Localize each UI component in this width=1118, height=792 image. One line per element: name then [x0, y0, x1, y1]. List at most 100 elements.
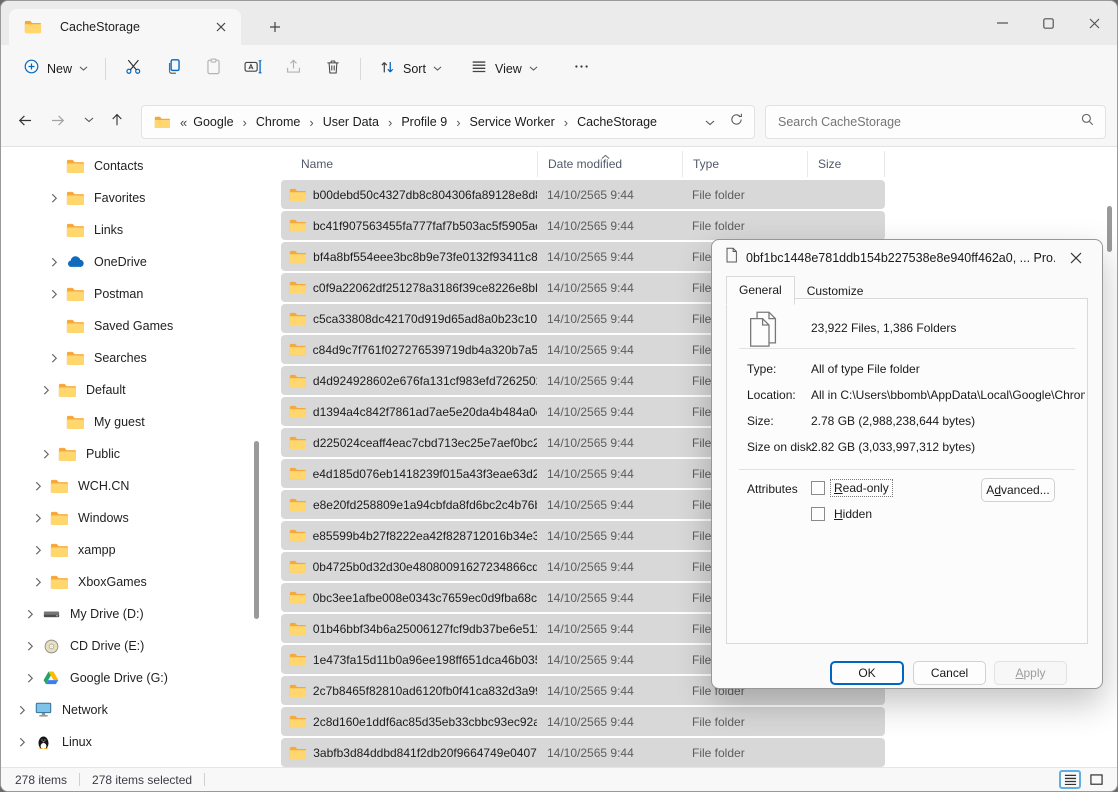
- more-options-button[interactable]: [562, 52, 602, 86]
- sidebar-item-wch-cn[interactable]: WCH.CN: [1, 470, 265, 502]
- sidebar-item-saved-games[interactable]: Saved Games: [1, 310, 265, 342]
- cut-button[interactable]: [113, 52, 153, 86]
- status-bar: 278 items 278 items selected: [1, 767, 1117, 791]
- search-icon[interactable]: [1080, 112, 1095, 132]
- copy-button[interactable]: [153, 52, 193, 86]
- sidebar-item-linux[interactable]: Linux: [1, 726, 265, 758]
- sidebar-item-my-drive-d[interactable]: My Drive (D:): [1, 598, 265, 630]
- new-button[interactable]: New: [13, 52, 98, 86]
- sidebar-item-favorites[interactable]: Favorites: [1, 182, 265, 214]
- sidebar-item-links[interactable]: Links: [1, 214, 265, 246]
- date-modified-cell: 14/10/2565 9:44: [537, 653, 682, 667]
- tab-customize[interactable]: Customize: [795, 278, 876, 305]
- breadcrumb-item-chrome[interactable]: Chrome: [254, 112, 302, 132]
- breadcrumb-separator-icon[interactable]: ›: [236, 115, 254, 130]
- sidebar-item-network[interactable]: Network: [1, 694, 265, 726]
- delete-button[interactable]: [313, 52, 353, 86]
- sidebar-item-public[interactable]: Public: [1, 438, 265, 470]
- chevron-right-icon[interactable]: [38, 449, 54, 460]
- breadcrumb-separator-icon[interactable]: ›: [449, 115, 467, 130]
- ok-button[interactable]: OK: [830, 661, 904, 685]
- sidebar-item-postman[interactable]: Postman: [1, 278, 265, 310]
- chevron-right-icon[interactable]: [46, 353, 62, 364]
- recent-locations-button[interactable]: [75, 105, 103, 135]
- breadcrumb-item-profile-9[interactable]: Profile 9: [399, 112, 449, 132]
- chevron-right-icon[interactable]: [22, 673, 38, 684]
- sidebar-item-xampp[interactable]: xampp: [1, 534, 265, 566]
- refresh-icon[interactable]: [729, 112, 744, 132]
- paste-button[interactable]: [193, 52, 233, 86]
- chevron-right-icon[interactable]: [46, 193, 62, 204]
- back-button[interactable]: [11, 105, 39, 135]
- breadcrumb-overflow-icon[interactable]: «: [180, 115, 187, 130]
- view-button[interactable]: View: [460, 52, 548, 86]
- up-button[interactable]: [103, 105, 131, 135]
- sidebar-scrollbar[interactable]: [254, 441, 259, 619]
- breadcrumb-item-cachestorage[interactable]: CacheStorage: [575, 112, 659, 132]
- chevron-right-icon[interactable]: [46, 289, 62, 300]
- sidebar-item-my-guest[interactable]: My guest: [1, 406, 265, 438]
- tab-close-icon[interactable]: [211, 17, 231, 37]
- column-header-type[interactable]: Type: [682, 151, 807, 177]
- checkbox-read-only[interactable]: Read-only: [811, 480, 892, 496]
- file-list-scrollbar[interactable]: [1107, 206, 1112, 252]
- table-row[interactable]: b00debd50c4327db8c804306fa89128e8d8...14…: [281, 180, 885, 209]
- rename-button[interactable]: [233, 52, 273, 86]
- sidebar-item-default[interactable]: Default: [1, 374, 265, 406]
- search-input[interactable]: [776, 114, 1080, 130]
- large-icons-view-button[interactable]: [1085, 770, 1107, 789]
- advanced-button[interactable]: Advanced...: [981, 478, 1055, 502]
- close-button[interactable]: [1071, 1, 1117, 45]
- new-tab-button[interactable]: [263, 15, 287, 39]
- sidebar-item-google-drive-g[interactable]: Google Drive (G:): [1, 662, 265, 694]
- column-header-size[interactable]: Size: [807, 151, 885, 177]
- breadcrumb-separator-icon[interactable]: ›: [557, 115, 575, 130]
- sidebar-item-xboxgames[interactable]: XboxGames: [1, 566, 265, 598]
- chevron-right-icon[interactable]: [22, 641, 38, 652]
- table-row[interactable]: 2c8d160e1ddf6ac85d35eb33cbbc93ec92a...14…: [281, 707, 885, 736]
- chevron-right-icon[interactable]: [30, 545, 46, 556]
- table-row[interactable]: 3abfb3d84ddbd841f2db20f9664749e0407...14…: [281, 738, 885, 767]
- apply-button[interactable]: Apply: [994, 661, 1067, 685]
- column-header-name[interactable]: Name: [281, 151, 537, 177]
- sidebar-item-searches[interactable]: Searches: [1, 342, 265, 374]
- breadcrumb-separator-icon[interactable]: ›: [302, 115, 320, 130]
- sidebar-item-cd-drive-e[interactable]: CD Drive (E:): [1, 630, 265, 662]
- column-header-date-modified[interactable]: Date modified: [537, 151, 682, 177]
- sidebar-item-onedrive[interactable]: OneDrive: [1, 246, 265, 278]
- details-view-button[interactable]: [1059, 770, 1081, 789]
- chevron-right-icon[interactable]: [22, 609, 38, 620]
- forward-button[interactable]: [43, 105, 71, 135]
- chevron-right-icon[interactable]: [46, 257, 62, 268]
- cancel-button[interactable]: Cancel: [913, 661, 986, 685]
- chevron-right-icon[interactable]: [30, 577, 46, 588]
- file-name: 0bc3ee1afbe008e0343c7659ec0d9fba68c8...: [313, 591, 537, 605]
- sidebar-item-contacts[interactable]: Contacts: [1, 150, 265, 182]
- scissors-icon: [124, 57, 143, 81]
- sort-button[interactable]: Sort: [368, 52, 452, 86]
- breadcrumb-item-service-worker[interactable]: Service Worker: [468, 112, 557, 132]
- chevron-right-icon[interactable]: [30, 513, 46, 524]
- date-modified-cell: 14/10/2565 9:44: [537, 374, 682, 388]
- chevron-right-icon[interactable]: [38, 385, 54, 396]
- breadcrumb-separator-icon[interactable]: ›: [381, 115, 399, 130]
- breadcrumb-item-google[interactable]: Google: [191, 112, 235, 132]
- chevron-right-icon[interactable]: [14, 737, 30, 748]
- dialog-close-icon[interactable]: [1063, 245, 1089, 271]
- tab-general[interactable]: General: [726, 276, 795, 305]
- checkbox-box[interactable]: [811, 481, 825, 495]
- chevron-right-icon[interactable]: [14, 705, 30, 716]
- address-bar[interactable]: « Google›Chrome›User Data›Profile 9›Serv…: [141, 105, 755, 139]
- maximize-button[interactable]: [1025, 1, 1071, 45]
- chevron-right-icon[interactable]: [30, 481, 46, 492]
- breadcrumb-item-user-data[interactable]: User Data: [321, 112, 381, 132]
- checkbox-hidden[interactable]: Hidden: [811, 506, 875, 522]
- address-dropdown-icon[interactable]: [705, 113, 715, 131]
- table-row[interactable]: bc41f907563455fa777faf7b503ac5f5905ac...…: [281, 211, 885, 240]
- minimize-button[interactable]: [979, 1, 1025, 45]
- sidebar-item-windows[interactable]: Windows: [1, 502, 265, 534]
- share-button[interactable]: [273, 52, 313, 86]
- explorer-tab[interactable]: CacheStorage: [9, 9, 241, 45]
- type-cell: File folder: [682, 746, 807, 760]
- checkbox-box[interactable]: [811, 507, 825, 521]
